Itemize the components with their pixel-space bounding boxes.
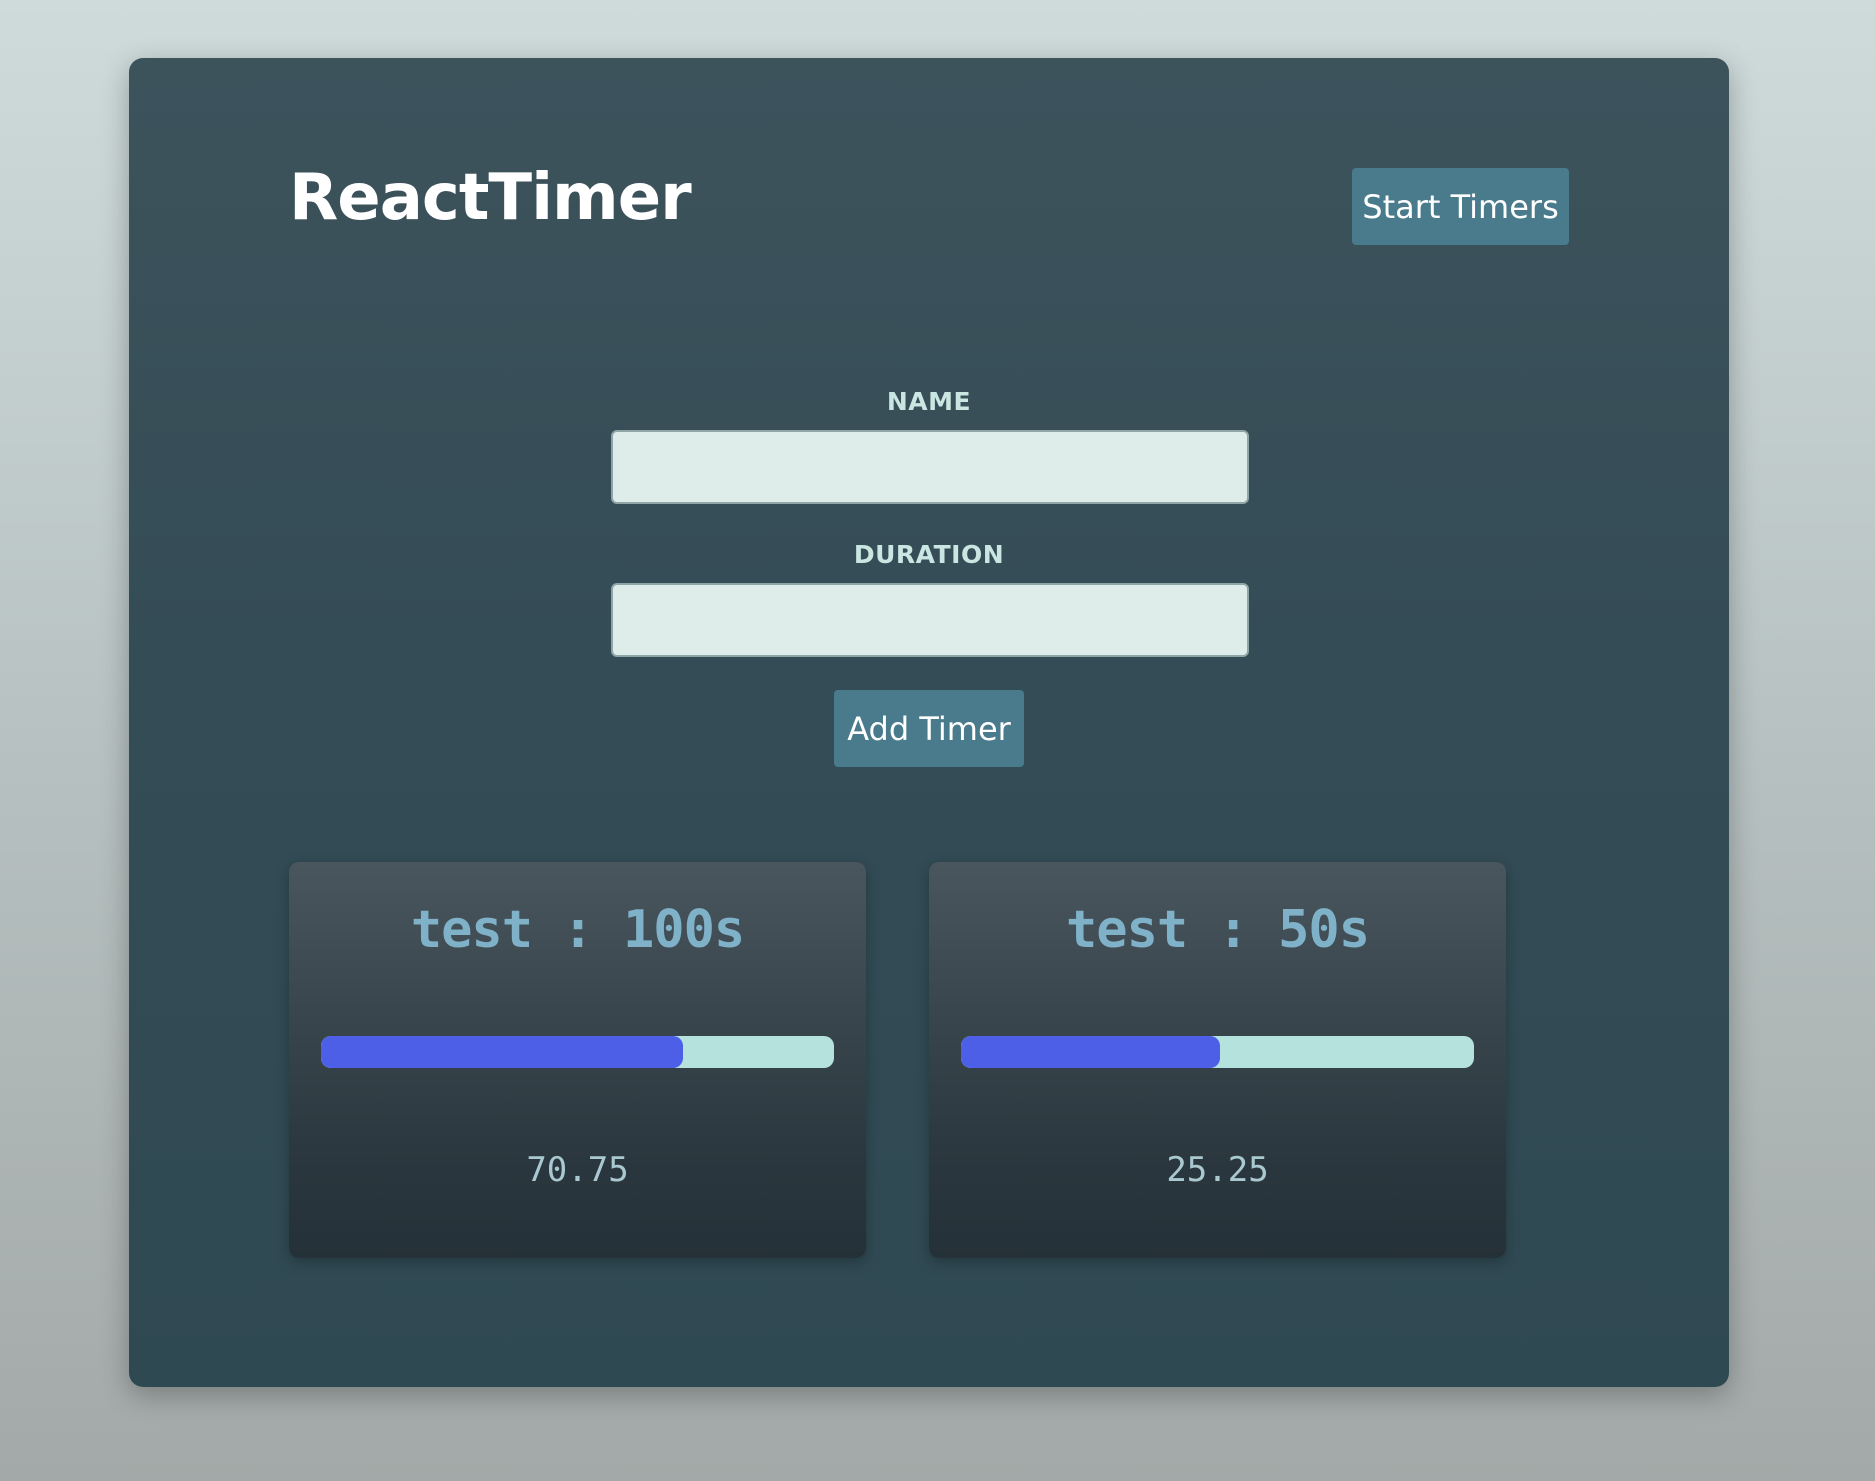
duration-label: DURATION [853, 540, 1005, 569]
timer-progress-fill [321, 1036, 683, 1068]
duration-input[interactable] [611, 583, 1249, 657]
timer-card: test : 50s 25.25 [929, 862, 1506, 1258]
start-timers-button[interactable]: Start Timers [1352, 168, 1569, 245]
name-label: NAME [886, 387, 972, 416]
timer-card: test : 100s 70.75 [289, 862, 866, 1258]
add-timer-button[interactable]: Add Timer [834, 690, 1024, 767]
app-title: ReactTimer [289, 161, 692, 235]
timer-progress-fill [961, 1036, 1221, 1068]
app-panel: ReactTimer Start Timers NAME DURATION Ad… [129, 58, 1729, 1387]
timer-title: test : 100s [410, 900, 745, 960]
timer-title: test : 50s [1065, 900, 1370, 960]
timer-progress-track [961, 1036, 1474, 1068]
name-input[interactable] [611, 430, 1249, 504]
timer-remaining: 70.75 [526, 1150, 629, 1190]
timer-remaining: 25.25 [1166, 1150, 1269, 1190]
timer-progress-track [321, 1036, 834, 1068]
